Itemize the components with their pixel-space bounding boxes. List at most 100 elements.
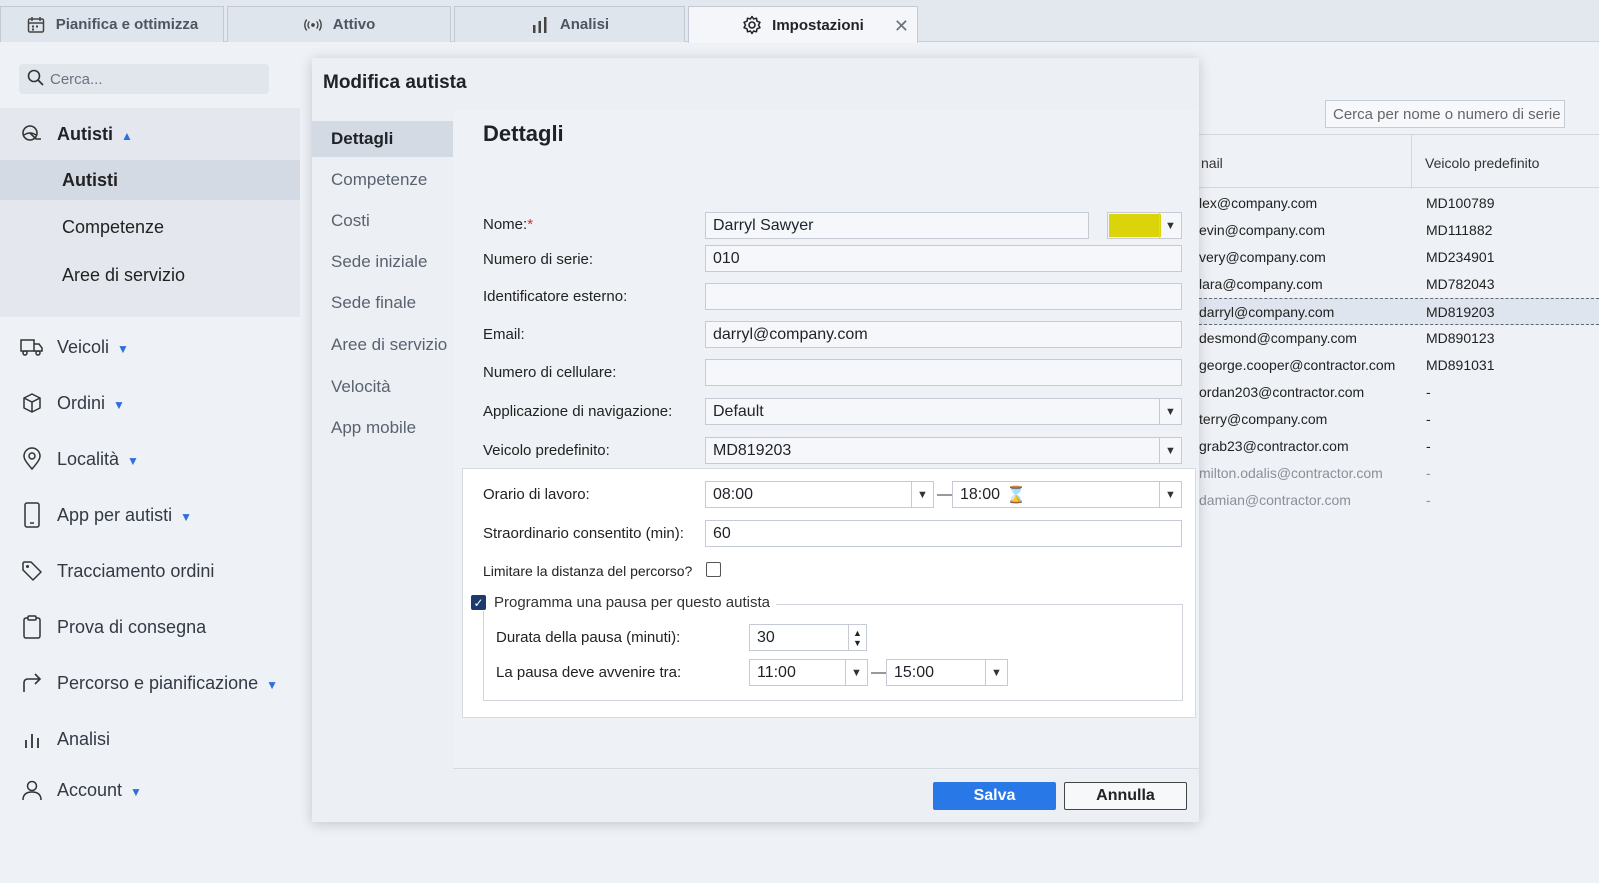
- sidebar-item-app-autisti[interactable]: App per autisti ▼: [0, 495, 300, 535]
- cell-vehicle: MD111882: [1426, 222, 1493, 238]
- sidebar-item-label: Località: [57, 448, 120, 469]
- tab-label: Attivo: [332, 16, 376, 33]
- break-end-select[interactable]: 15:00 ▼: [886, 659, 1008, 686]
- sidebar-item-label: Ordini: [57, 392, 106, 413]
- nav-app-select[interactable]: Default ▼: [705, 398, 1182, 425]
- cell-vehicle: MD782043: [1426, 276, 1495, 292]
- sidebar-item-label: App per autisti: [57, 504, 173, 525]
- break-start-value: 11:00: [757, 663, 796, 681]
- sidebar-item-analisi[interactable]: Analisi: [0, 719, 300, 759]
- cell-vehicle: MD100789: [1426, 195, 1495, 211]
- table-row[interactable]: terry@company.com -: [1199, 406, 1599, 433]
- chevron-down-icon: ▼: [1159, 399, 1181, 424]
- sidebar-item-prova-consegna[interactable]: Prova di consegna: [0, 607, 300, 647]
- dialog-nav-sede-iniziale[interactable]: Sede iniziale: [312, 244, 453, 280]
- tag-icon: [20, 559, 44, 583]
- sidebar-item-label: Analisi: [57, 728, 111, 749]
- cell-email: darryl@company.com: [1199, 304, 1335, 320]
- table-row-selected[interactable]: darryl@company.com MD819203: [1199, 298, 1599, 325]
- sidebar-subitem-aree[interactable]: Aree di servizio: [0, 255, 300, 295]
- cell-email: lara@company.com: [1199, 276, 1323, 292]
- external-id-input[interactable]: [705, 283, 1182, 310]
- sidebar-item-tracciamento[interactable]: Tracciamento ordini: [0, 551, 300, 591]
- sidebar-subitem-autisti[interactable]: Autisti: [0, 160, 300, 200]
- sidebar-item-account[interactable]: Account ▼: [0, 770, 300, 810]
- table-row[interactable]: george.cooper@contractor.com MD891031: [1199, 352, 1599, 379]
- cell-email: grab23@contractor.com: [1199, 438, 1349, 454]
- save-button[interactable]: Salva: [933, 782, 1056, 810]
- work-start-value: 08:00: [713, 485, 754, 503]
- table-row[interactable]: damian@contractor.com -: [1199, 487, 1599, 514]
- tab-impostazioni[interactable]: Impostazioni ✕: [688, 6, 918, 43]
- cell-email: terry@company.com: [1199, 411, 1328, 427]
- tab-attivo[interactable]: Attivo: [227, 6, 451, 42]
- dialog-nav-app-mobile[interactable]: App mobile: [312, 410, 453, 446]
- break-fieldset: [483, 604, 1183, 701]
- spinner-arrows-icon[interactable]: ▲ ▼: [848, 625, 866, 650]
- serial-input[interactable]: 010: [705, 245, 1182, 272]
- work-start-select[interactable]: 08:00 ▼: [705, 481, 934, 508]
- limit-distance-checkbox[interactable]: [706, 562, 721, 577]
- tab-pianifica[interactable]: Pianifica e ottimizza: [0, 6, 224, 42]
- dialog-nav-sede-finale[interactable]: Sede finale: [312, 285, 453, 321]
- sidebar-item-veicoli[interactable]: Veicoli ▼: [0, 327, 300, 367]
- cell-vehicle: -: [1426, 384, 1431, 400]
- dialog-nav-aree-servizio[interactable]: Aree di servizio: [312, 327, 453, 363]
- section-title: Dettagli: [483, 121, 564, 146]
- tab-label: Pianifica e ottimizza: [55, 16, 199, 33]
- table-row[interactable]: grab23@contractor.com -: [1199, 433, 1599, 460]
- footer-divider: [453, 768, 1199, 769]
- serial-label: Numero di serie:: [483, 251, 594, 268]
- sidebar-subitem-competenze[interactable]: Competenze: [0, 207, 300, 247]
- clipboard-icon: [20, 615, 44, 639]
- range-dash: —: [871, 664, 886, 681]
- caret-down-icon: ▼: [130, 784, 142, 799]
- cancel-button[interactable]: Annulla: [1064, 782, 1187, 810]
- break-checkbox[interactable]: ✓: [471, 595, 486, 610]
- dialog-nav-velocita[interactable]: Velocità: [312, 369, 453, 405]
- caret-down-icon: ▼: [180, 509, 192, 524]
- sidebar-item-ordini[interactable]: Ordini ▼: [0, 383, 300, 423]
- sidebar-search-input[interactable]: Cerca...: [19, 64, 269, 94]
- column-header-vehicle[interactable]: Veicolo predefinito: [1425, 155, 1539, 171]
- dialog-nav-competenze[interactable]: Competenze: [312, 162, 453, 198]
- gear-icon: [742, 15, 762, 35]
- break-end-value: 15:00: [894, 663, 935, 681]
- email-input[interactable]: darryl@company.com: [705, 321, 1182, 348]
- column-header-email[interactable]: nail: [1201, 155, 1223, 171]
- bar-chart-icon: [530, 15, 550, 35]
- name-label: Nome:*: [483, 216, 533, 233]
- close-tab-icon[interactable]: ✕: [894, 16, 909, 37]
- cell-email: very@company.com: [1199, 249, 1326, 265]
- bar-chart-icon: [20, 727, 44, 751]
- work-end-select[interactable]: 18:00 ⌛ ▼: [952, 481, 1182, 508]
- email-label: Email:: [483, 326, 525, 343]
- table-row[interactable]: ordan203@contractor.com -: [1199, 379, 1599, 406]
- vehicle-select[interactable]: MD819203 ▼: [705, 437, 1182, 464]
- dialog-nav-dettagli[interactable]: Dettagli: [312, 121, 453, 157]
- cell-vehicle: MD890123: [1426, 330, 1495, 346]
- table-row[interactable]: milton.odalis@contractor.com -: [1199, 460, 1599, 487]
- table-row[interactable]: lex@company.com MD100789: [1199, 190, 1599, 217]
- sidebar-item-localita[interactable]: Località ▼: [0, 439, 300, 479]
- limit-distance-label: Limitare la distanza del percorso?: [483, 563, 693, 579]
- edit-driver-dialog: Modifica autista Dettagli Competenze Cos…: [312, 58, 1199, 822]
- name-input[interactable]: Darryl Sawyer: [705, 212, 1089, 239]
- table-row[interactable]: evin@company.com MD111882: [1199, 217, 1599, 244]
- tab-analisi[interactable]: Analisi: [454, 6, 685, 42]
- color-picker[interactable]: ▼: [1107, 212, 1182, 239]
- break-duration-stepper[interactable]: 30 ▲ ▼: [749, 624, 867, 651]
- cell-email: desmond@company.com: [1199, 330, 1357, 346]
- break-start-select[interactable]: 11:00 ▼: [749, 659, 868, 686]
- table-row[interactable]: very@company.com MD234901: [1199, 244, 1599, 271]
- table-row[interactable]: lara@company.com MD782043: [1199, 271, 1599, 298]
- driver-search-input[interactable]: Cerca per nome o numero di serie: [1325, 100, 1565, 128]
- mobile-input[interactable]: [705, 359, 1182, 386]
- cell-vehicle: -: [1426, 465, 1431, 481]
- color-swatch-fill: [1109, 214, 1161, 237]
- table-row[interactable]: desmond@company.com MD890123: [1199, 325, 1599, 352]
- sidebar-item-percorso[interactable]: Percorso e pianificazione ▼: [0, 663, 300, 703]
- sidebar-item-autisti[interactable]: Autisti ▲: [0, 114, 300, 154]
- dialog-nav-costi[interactable]: Costi: [312, 203, 453, 239]
- overtime-input[interactable]: 60: [705, 520, 1182, 547]
